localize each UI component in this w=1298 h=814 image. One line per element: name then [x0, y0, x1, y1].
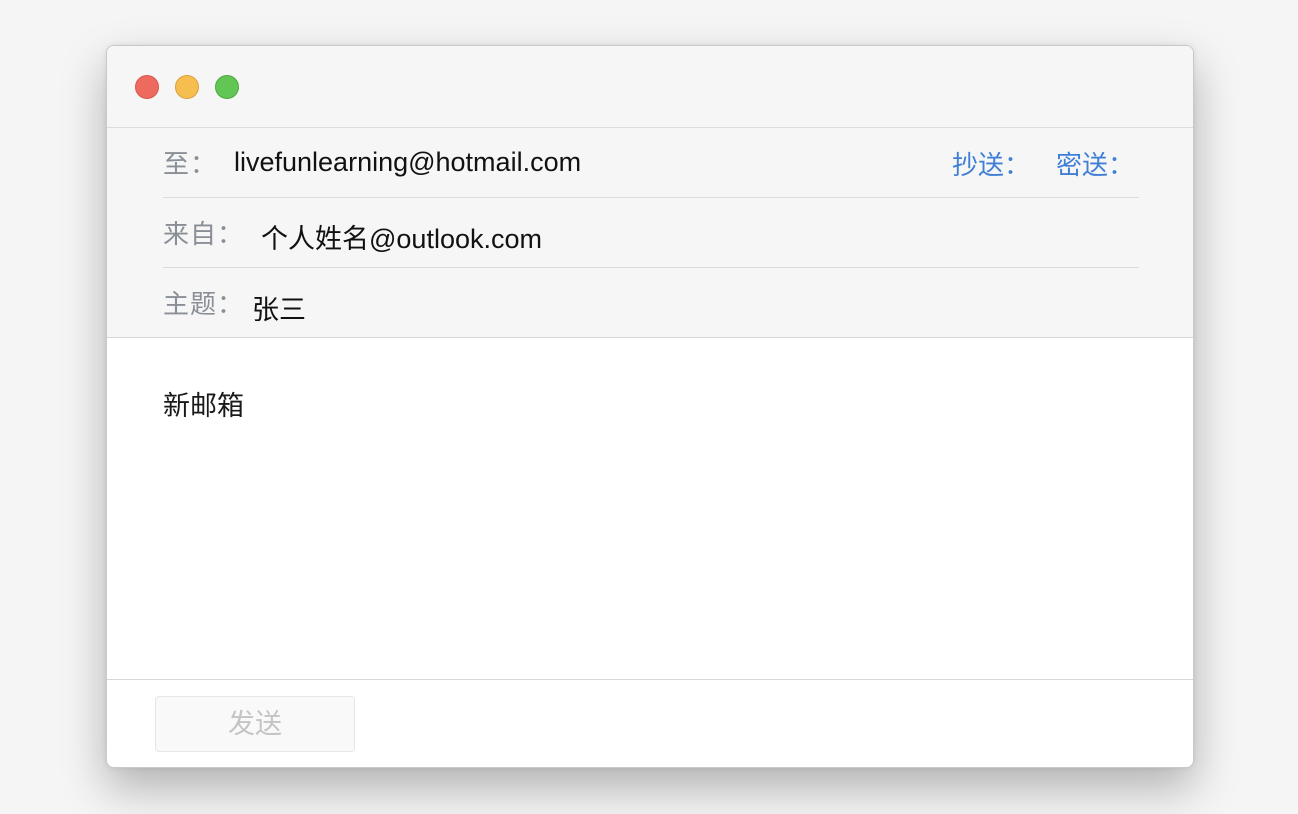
minimize-window-button[interactable] — [175, 75, 199, 99]
message-body-text[interactable]: 新邮箱 — [163, 384, 244, 423]
from-label: 来自： — [163, 219, 245, 249]
subject-label: 主题： — [163, 289, 245, 319]
zoom-window-button[interactable] — [215, 75, 239, 99]
subject-row: 主题： 张三 — [163, 268, 1139, 338]
message-body-area[interactable]: 新邮箱 — [107, 338, 1193, 679]
from-row: 来自： 个人姓名@outlook.com — [163, 198, 1139, 268]
compose-footer: 发送 — [107, 679, 1193, 767]
cc-link[interactable]: 抄送： — [952, 145, 1030, 182]
to-field[interactable]: livefunlearning@hotmail.com — [234, 147, 581, 178]
close-window-button[interactable] — [135, 75, 159, 99]
compose-window: 至： livefunlearning@hotmail.com 抄送： 密送： 来… — [106, 45, 1194, 768]
bcc-link[interactable]: 密送： — [1056, 145, 1134, 182]
compose-header: 至： livefunlearning@hotmail.com 抄送： 密送： 来… — [107, 128, 1193, 338]
to-label: 至： — [163, 149, 218, 179]
subject-field[interactable]: 张三 — [252, 288, 306, 327]
send-button[interactable]: 发送 — [155, 696, 355, 752]
to-row: 至： livefunlearning@hotmail.com 抄送： 密送： — [163, 128, 1139, 198]
from-field[interactable]: 个人姓名@outlook.com — [261, 217, 542, 256]
title-bar — [107, 46, 1193, 128]
